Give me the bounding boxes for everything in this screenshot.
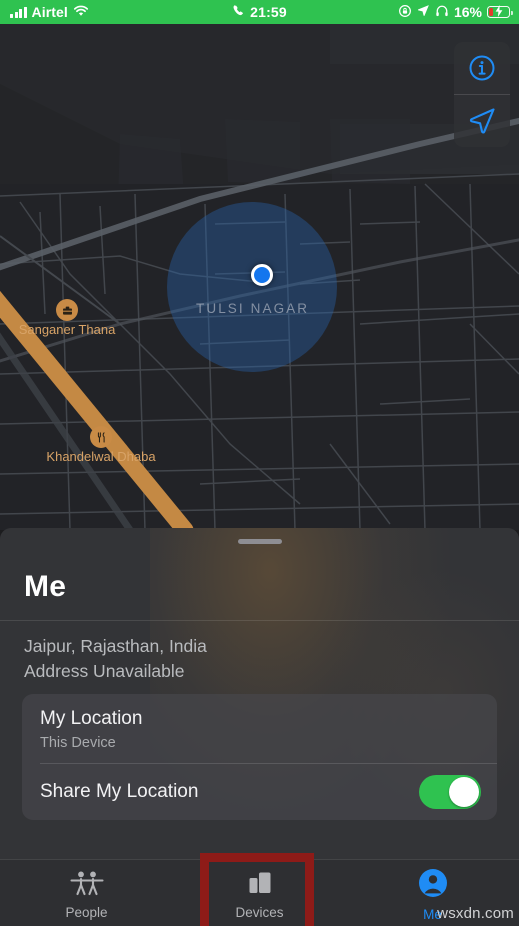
phone-call-icon: [232, 4, 245, 20]
poi-label: Khandelwal Dhaba: [46, 449, 156, 464]
sheet-divider: [0, 620, 519, 621]
blue-location-dot: [251, 264, 273, 286]
location-accuracy-circle: [167, 202, 337, 372]
restaurant-fork-knife-icon: [90, 426, 112, 448]
watermark-label: wsxdn.com: [437, 905, 514, 922]
poi-label: Sanganer Thana: [18, 322, 116, 337]
battery-percent-label: 16%: [453, 4, 482, 20]
battery-charging-icon: [487, 5, 513, 18]
neighborhood-label: TULSI NAGAR: [196, 301, 310, 316]
toggle-knob: [449, 777, 479, 807]
tab-devices[interactable]: Devices: [173, 860, 346, 926]
government-building-icon: [56, 299, 78, 321]
address-block: Jaipur, Rajasthan, India Address Unavail…: [24, 634, 207, 684]
status-bar: Airtel 21:59 16%: [0, 0, 519, 24]
address-line-2: Address Unavailable: [24, 661, 185, 681]
map-tracking-button[interactable]: [454, 94, 510, 147]
sheet-grabber-handle[interactable]: [237, 539, 282, 544]
poi-khandelwal-dhaba[interactable]: Khandelwal Dhaba: [46, 426, 156, 464]
two-people-icon: [69, 870, 104, 901]
devices-icon: [245, 870, 275, 901]
page-title: Me: [24, 570, 67, 603]
map-controls: [454, 42, 510, 147]
status-bar-right: 16%: [398, 0, 513, 24]
share-my-location-row[interactable]: Share My Location: [22, 764, 497, 820]
info-circle-icon: [468, 54, 496, 82]
share-my-location-label: Share My Location: [40, 781, 199, 802]
map-view[interactable]: TULSI NAGAR Sanganer Thana Khandelwal Dh…: [0, 24, 519, 530]
tab-label: People: [65, 905, 108, 920]
location-arrow-icon: [467, 106, 497, 136]
address-line-1: Jaipur, Rajasthan, India: [24, 636, 207, 656]
phone-screen: Airtel 21:59 16% TULSI NAGAR Sanganer Th…: [0, 0, 519, 926]
location-settings-card: My Location This Device Share My Locatio…: [22, 694, 497, 820]
my-location-row[interactable]: My Location This Device: [22, 694, 497, 763]
my-location-label: My Location: [40, 708, 143, 729]
tab-label: Devices: [235, 905, 284, 920]
poi-sanganer-thana[interactable]: Sanganer Thana: [12, 299, 122, 337]
location-arrow-icon: [417, 4, 430, 20]
person-circle-icon: [418, 868, 448, 903]
share-my-location-toggle[interactable]: [419, 775, 481, 809]
headphones-icon: [435, 4, 449, 21]
status-bar-time: 21:59: [250, 4, 287, 20]
rotation-lock-icon: [398, 4, 412, 21]
map-info-button[interactable]: [454, 42, 510, 94]
tab-people[interactable]: People: [0, 860, 173, 926]
my-location-value: This Device: [40, 735, 116, 751]
